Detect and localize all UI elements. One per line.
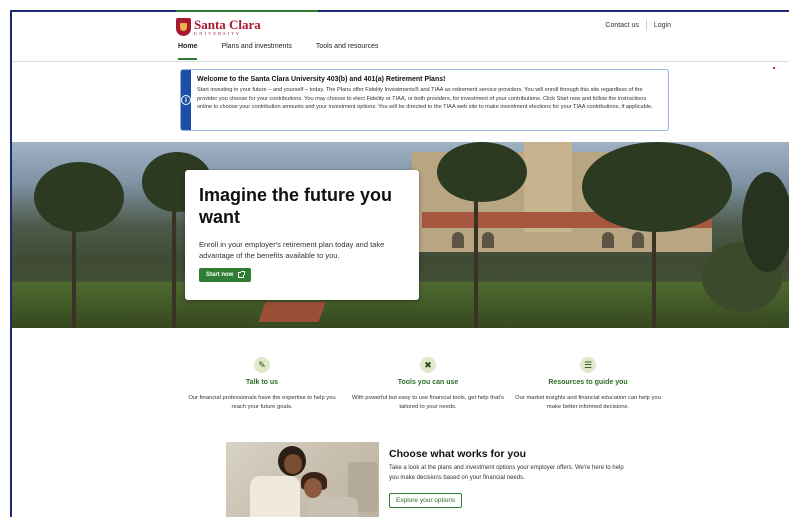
alert-text: Start investing in your future – and you… — [197, 87, 653, 111]
utility-links: Contact us Login — [605, 20, 671, 31]
hero-arch — [602, 232, 614, 248]
hero-text: Enroll in your employer's retirement pla… — [199, 240, 385, 260]
choose-section: Choose what works for you Take a look at… — [226, 442, 666, 517]
logo-name: Santa Clara — [194, 17, 261, 32]
palm-trunk — [172, 202, 176, 328]
palm-trunk — [474, 182, 478, 328]
site-header: Santa Clara UNIVERSITY Contact us Login … — [12, 12, 789, 62]
tree-right — [742, 172, 789, 272]
alert-title: Welcome to the Santa Clara University 40… — [197, 76, 446, 83]
shield-icon — [176, 18, 191, 37]
feature-title[interactable]: Talk to us — [182, 379, 342, 386]
header-divider — [12, 61, 789, 62]
feature-resources: ☰ Resources to guide you Our market insi… — [508, 357, 668, 412]
start-now-button[interactable]: Start now — [199, 268, 252, 282]
feature-title[interactable]: Tools you can use — [348, 379, 508, 386]
family-photo — [226, 442, 379, 517]
hero-arch — [452, 232, 464, 248]
nav-plans-investments[interactable]: Plans and investments — [221, 43, 291, 60]
login-link[interactable]: Login — [654, 22, 671, 29]
info-icon: i — [181, 95, 191, 105]
map-icon: ☰ — [580, 357, 596, 373]
palm-tree — [34, 162, 124, 232]
decorative-dot — [773, 67, 775, 69]
hero-arch — [482, 232, 494, 248]
chat-icon: ✎ — [254, 357, 270, 373]
feature-text: With powerful but easy to use financial … — [352, 395, 504, 410]
hero-roof-lower — [258, 302, 326, 322]
feature-talk-to-us: ✎ Talk to us Our financial professionals… — [182, 357, 342, 412]
tools-icon: ✖ — [420, 357, 436, 373]
alert-sidebar: i — [181, 70, 191, 130]
palm-tree — [437, 142, 527, 202]
feature-text: Our market insights and financial educat… — [515, 395, 661, 410]
main-nav: Home Plans and investments Tools and res… — [178, 43, 403, 60]
feature-title[interactable]: Resources to guide you — [508, 379, 668, 386]
welcome-alert: i Welcome to the Santa Clara University … — [180, 69, 669, 131]
contact-us-link[interactable]: Contact us — [605, 22, 638, 29]
palm-tree — [582, 142, 732, 232]
nav-home[interactable]: Home — [178, 43, 198, 60]
hero-arch — [632, 232, 644, 248]
start-now-label: Start now — [206, 272, 234, 278]
features-section: ✎ Talk to us Our financial professionals… — [182, 357, 662, 427]
external-link-icon — [238, 271, 246, 278]
hero-title: Imagine the future you want — [199, 185, 393, 227]
choose-text: Take a look at the plans and investment … — [389, 465, 624, 481]
feature-tools: ✖ Tools you can use With powerful but ea… — [348, 357, 508, 412]
university-logo[interactable]: Santa Clara UNIVERSITY — [176, 18, 261, 37]
hero-card: Imagine the future you want Enroll in yo… — [185, 170, 419, 300]
nav-tools-resources[interactable]: Tools and resources — [316, 43, 379, 60]
choose-title: Choose what works for you — [389, 448, 527, 460]
explore-options-button[interactable]: Explore your options — [389, 493, 463, 508]
logo-subtitle: UNIVERSITY — [194, 31, 241, 36]
utility-divider — [645, 20, 647, 31]
feature-text: Our financial professionals have the exp… — [188, 395, 336, 410]
